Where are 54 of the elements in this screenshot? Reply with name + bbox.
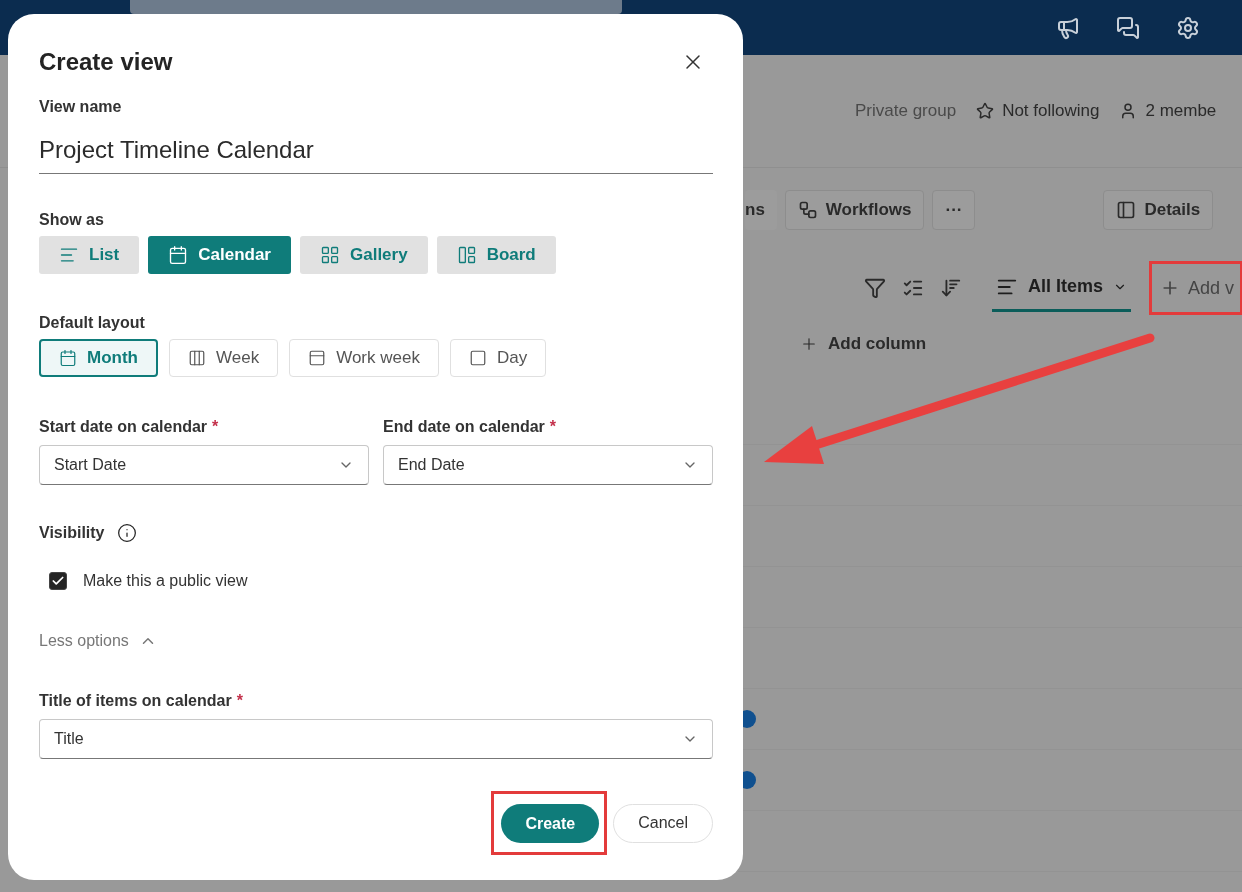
- required-mark: *: [212, 418, 219, 435]
- layout-button[interactable]: Work week: [289, 339, 439, 377]
- create-button[interactable]: Create: [501, 804, 600, 843]
- required-mark: *: [236, 692, 243, 709]
- sort-icon[interactable]: [940, 277, 962, 299]
- title-dropdown[interactable]: Title: [39, 719, 713, 759]
- view-tab[interactable]: All Items: [992, 264, 1132, 312]
- checkbox-label: Make this a public view: [83, 572, 248, 590]
- view-type-button[interactable]: Gallery: [300, 236, 428, 274]
- field-label: Default layout: [39, 314, 146, 332]
- field-label: View name: [39, 98, 123, 116]
- layout-button[interactable]: Week: [169, 339, 279, 377]
- field-label: Show as: [39, 211, 105, 229]
- columns-icon: [188, 349, 206, 367]
- add-view-button[interactable]: Add v: [1154, 266, 1239, 310]
- options-toggle[interactable]: Less options: [39, 632, 157, 650]
- check-icon: [51, 574, 65, 588]
- workflows-button[interactable]: Workflows: [784, 190, 925, 230]
- chat-icon[interactable]: [1116, 15, 1140, 40]
- members-label[interactable]: 2 membe: [1145, 101, 1217, 121]
- workflow-icon: [797, 200, 818, 220]
- star-icon[interactable]: [976, 102, 995, 120]
- layout-button[interactable]: Day: [449, 339, 547, 377]
- add-column-button[interactable]: Add column: [800, 324, 1242, 364]
- dialog-title: Create view: [39, 48, 173, 76]
- more-button[interactable]: ···: [932, 190, 976, 230]
- plus-icon: [800, 335, 818, 353]
- details-button[interactable]: Details: [1103, 190, 1214, 230]
- calendar-icon: [168, 245, 189, 265]
- field-label: Start date on calendar *: [39, 418, 220, 436]
- date-dropdown[interactable]: End Date: [383, 445, 713, 485]
- field-label: Title of items on calendar *: [39, 692, 244, 710]
- window-icon: [308, 349, 327, 367]
- follow-label[interactable]: Not following: [1002, 101, 1100, 121]
- settings-icon[interactable]: [1176, 15, 1200, 40]
- view-type-button[interactable]: List: [39, 236, 140, 274]
- view-type-button[interactable]: Calendar: [148, 236, 291, 274]
- calendar-icon: [59, 349, 77, 367]
- cancel-button[interactable]: Cancel: [613, 803, 713, 843]
- layout-button[interactable]: Month: [39, 339, 158, 377]
- filter-icon[interactable]: [864, 277, 886, 299]
- required-mark: *: [549, 418, 557, 435]
- privacy-label: Private group: [855, 101, 957, 121]
- info-icon[interactable]: [116, 523, 137, 543]
- field-label: Visibility: [39, 524, 105, 542]
- board-icon: [456, 245, 477, 265]
- square-icon: [468, 349, 487, 367]
- field-label: End date on calendar *: [383, 418, 558, 436]
- grid-icon: [320, 245, 340, 265]
- checkbox[interactable]: [49, 572, 67, 590]
- megaphone-icon[interactable]: [1056, 15, 1080, 40]
- date-dropdown[interactable]: Start Date: [39, 445, 369, 485]
- panel-icon: [1116, 200, 1137, 220]
- view-type-button[interactable]: Board: [436, 236, 556, 274]
